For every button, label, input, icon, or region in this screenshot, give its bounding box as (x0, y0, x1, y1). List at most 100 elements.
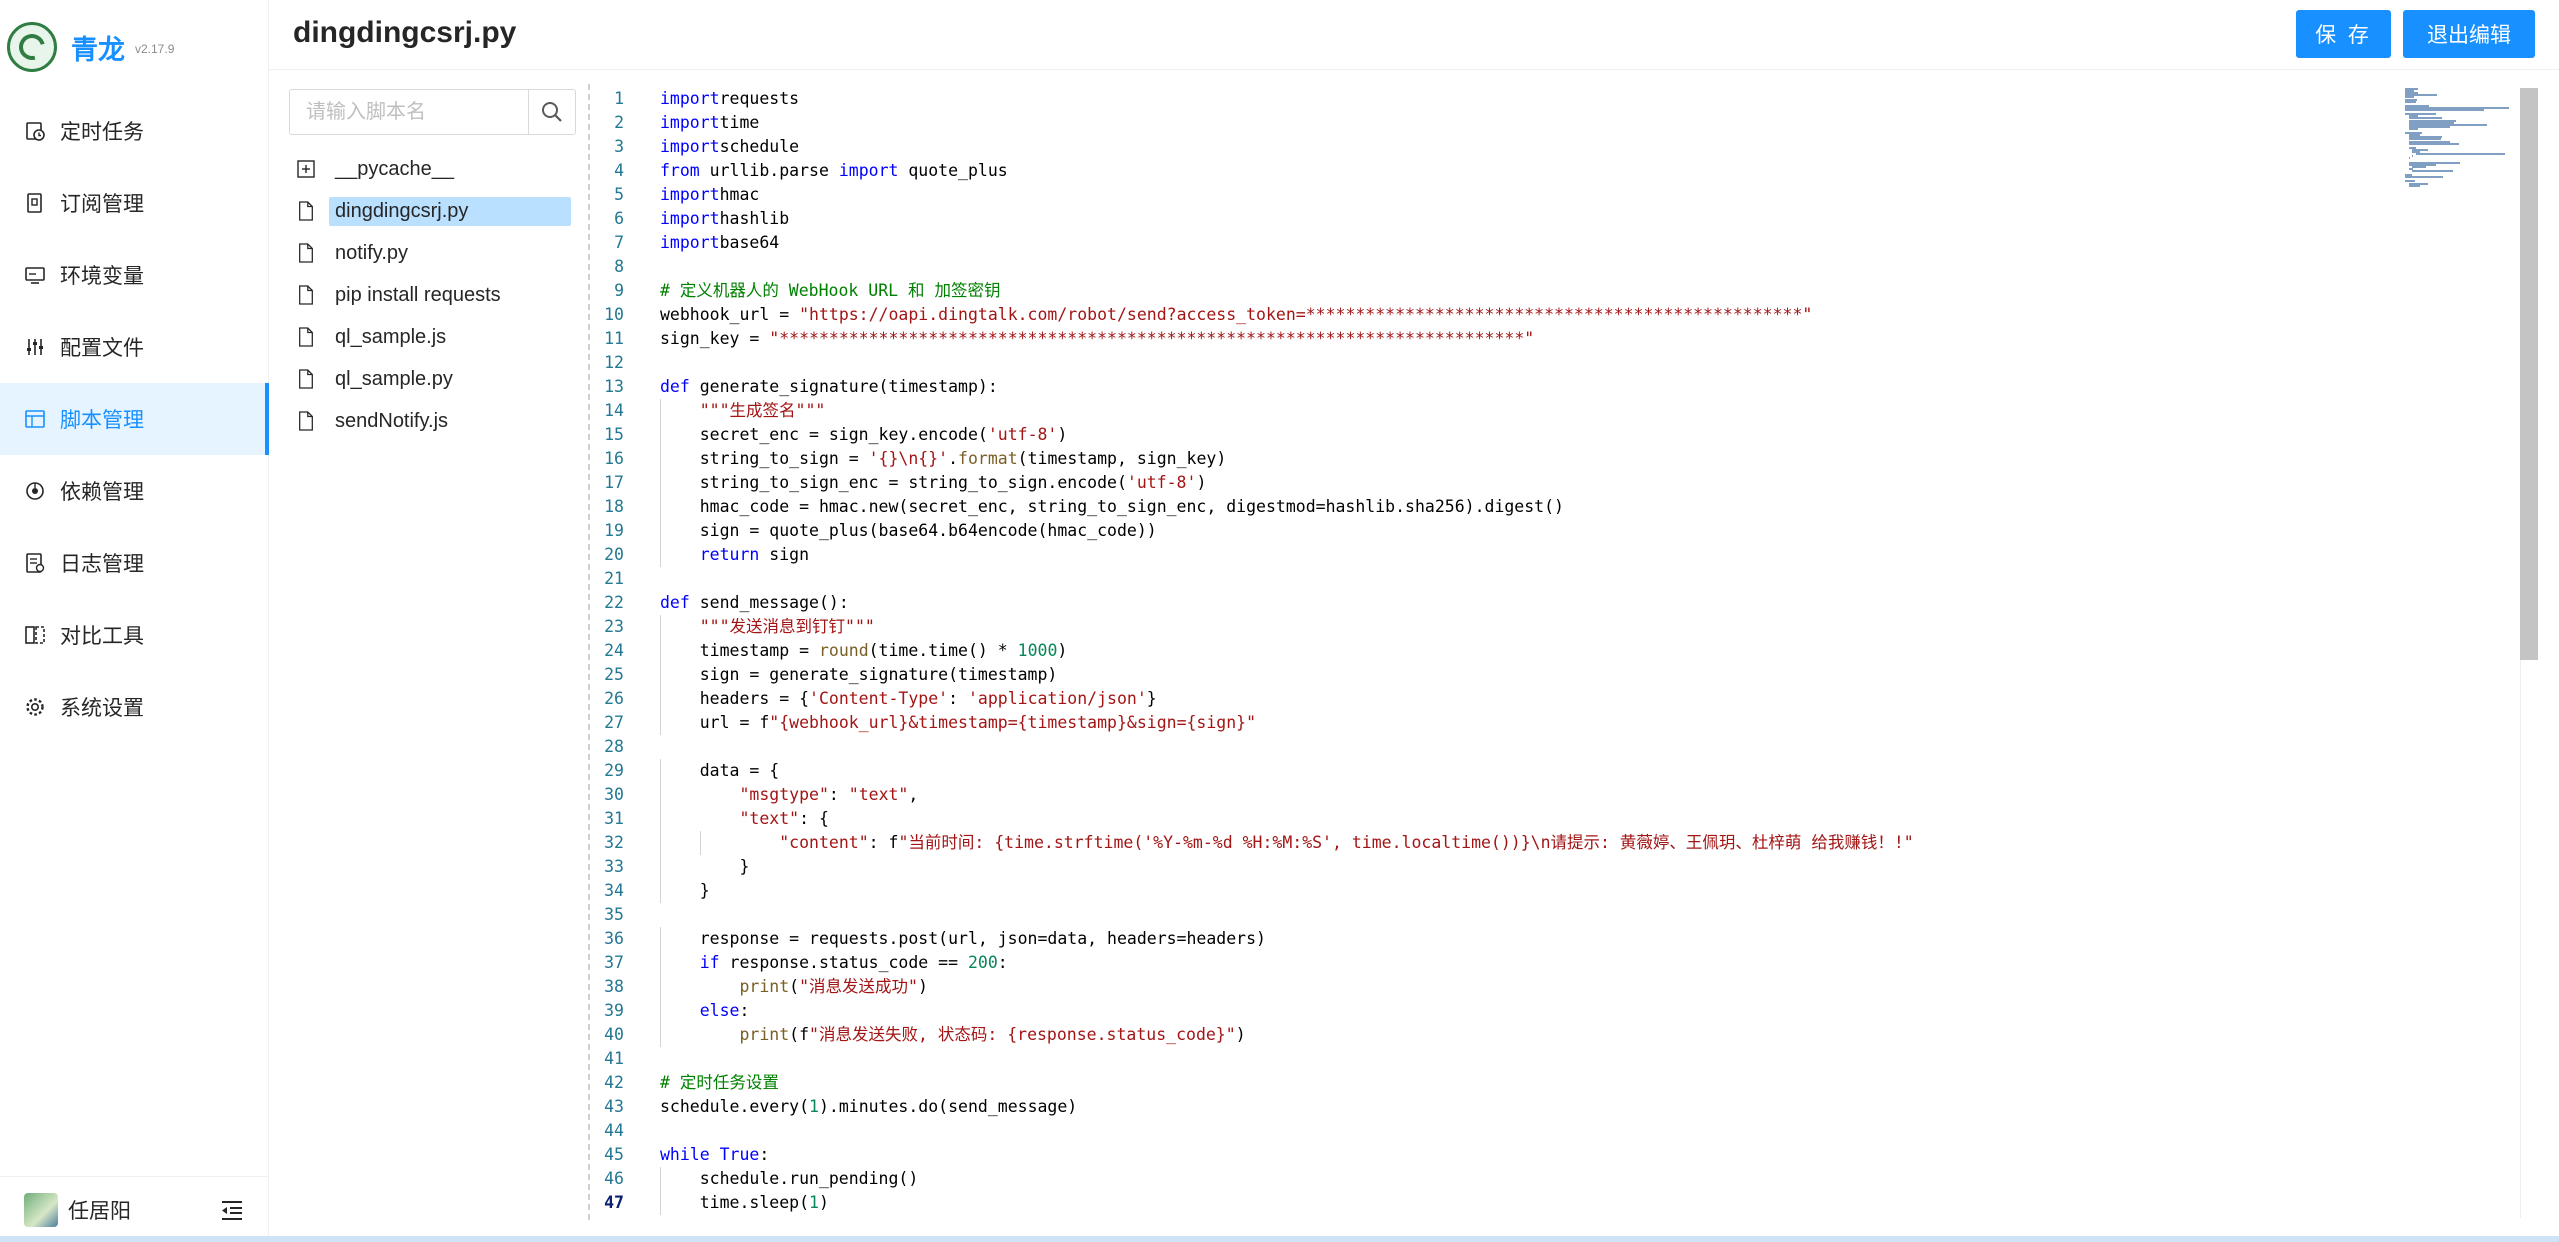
code-line[interactable]: 46 schedule.run_pending() (590, 1167, 2525, 1191)
avatar[interactable] (24, 1192, 58, 1227)
sidebar-item-4[interactable]: 配置文件 (0, 311, 269, 383)
code-line[interactable]: 11 sign_key = "**************************… (590, 327, 2525, 351)
user-bar: 任居阳 (0, 1176, 269, 1242)
code-line[interactable]: 4 from urllib.parse import quote_plus (590, 159, 2525, 183)
code-line[interactable]: 29 data = { (590, 759, 2525, 783)
code-line[interactable]: 45 while True: (590, 1143, 2525, 1167)
code-line[interactable]: 7 importbase64 (590, 231, 2525, 255)
editor-scrollbar[interactable] (2520, 88, 2538, 660)
code-line[interactable]: 42 # 定时任务设置 (590, 1071, 2525, 1095)
code-line[interactable]: 23 """发送消息到钉钉""" (590, 615, 2525, 639)
editor-minimap[interactable] (2405, 88, 2520, 188)
sidebar-item-8[interactable]: 对比工具 (0, 599, 269, 671)
code-line[interactable]: 28 (590, 735, 2525, 759)
code-editor[interactable]: 1 importrequests 2 importtime 3 importschedul… (588, 84, 2525, 1220)
tree-file[interactable]: notify.py (289, 232, 579, 274)
code-line[interactable]: 31 "text": { (590, 807, 2525, 831)
code-text: secret_enc = sign_key.encode('utf-8') (660, 425, 1068, 444)
code-line[interactable]: 18 hmac_code = hmac.new(secret_enc, stri… (590, 495, 2525, 519)
sidebar-item-6[interactable]: 依赖管理 (0, 455, 269, 527)
code-line[interactable]: 12 (590, 351, 2525, 375)
dependency-icon (24, 480, 46, 502)
code-line[interactable]: 3 importschedule (590, 135, 2525, 159)
line-number: 31 (604, 809, 624, 828)
search-input[interactable] (290, 90, 528, 134)
code-line[interactable]: 25 sign = generate_signature(timestamp) (590, 663, 2525, 687)
code-line[interactable]: 22 def send_message(): (590, 591, 2525, 615)
sidebar-item-9[interactable]: 系统设置 (0, 671, 269, 743)
code-text: return sign (699, 545, 810, 564)
code-line[interactable]: 5 importhmac (590, 183, 2525, 207)
line-number: 28 (604, 737, 624, 756)
file-icon (295, 410, 317, 432)
sidebar-item-7[interactable]: 日志管理 (0, 527, 269, 599)
line-number: 37 (604, 953, 624, 972)
save-button[interactable]: 保 存 (2296, 10, 2391, 58)
code-line[interactable]: 19 sign = quote_plus(base64.b64encode(hm… (590, 519, 2525, 543)
code-line[interactable]: 20 return sign (590, 543, 2525, 567)
sidebar-item-3[interactable]: 环境变量 (0, 239, 269, 311)
code-line[interactable]: 35 (590, 903, 2525, 927)
code-line[interactable]: 32 "content": f"当前时间: {time.strftime('%Y… (590, 831, 2525, 855)
search-button[interactable] (528, 90, 575, 134)
indent-guide (660, 879, 661, 903)
code-line[interactable]: 30 "msgtype": "text", (590, 783, 2525, 807)
tree-file[interactable]: sendNotify.js (289, 400, 579, 442)
code-line[interactable]: 10 webhook_url = "https://oapi.dingtalk.c… (590, 303, 2525, 327)
qinglong-logo-icon (7, 22, 57, 72)
indent-guide (660, 615, 661, 639)
code-line[interactable]: 40 print(f"消息发送失败, 状态码: {response.status… (590, 1023, 2525, 1047)
code-line[interactable]: 14 """生成签名""" (590, 399, 2525, 423)
code-line[interactable]: 1 importrequests (590, 87, 2525, 111)
code-line[interactable]: 36 response = requests.post(url, json=da… (590, 927, 2525, 951)
code-line[interactable]: 15 secret_enc = sign_key.encode('utf-8') (590, 423, 2525, 447)
expand-plus-icon (295, 158, 317, 180)
code-line[interactable]: 47 time.sleep(1) (590, 1191, 2525, 1215)
code-line[interactable]: 41 (590, 1047, 2525, 1071)
code-line[interactable]: 26 headers = {'Content-Type': 'applicati… (590, 687, 2525, 711)
code-line[interactable]: 6 importhashlib (590, 207, 2525, 231)
file-icon (295, 242, 317, 264)
tree-file[interactable]: pip install requests (289, 274, 579, 316)
code-line[interactable]: 16 string_to_sign = '{}\n{}'.format(time… (590, 447, 2525, 471)
sidebar-menu: 定时任务订阅管理 环境变量 配置文件 脚本管理 依赖管理 日志管理 对比工具 系统设置 (0, 95, 269, 743)
code-line[interactable]: 38 print("消息发送成功") (590, 975, 2525, 999)
tree-file[interactable]: ql_sample.py (289, 358, 579, 400)
sidebar-item-5[interactable]: 脚本管理 (0, 383, 269, 455)
code-line[interactable]: 34 } (590, 879, 2525, 903)
indent-guide (660, 783, 661, 807)
monitor-icon (24, 264, 46, 286)
line-number: 4 (614, 161, 624, 180)
header: dingdingcsrj.py 保 存 退出编辑 (269, 0, 2559, 70)
code-line[interactable]: 33 } (590, 855, 2525, 879)
code-line[interactable]: 13 def generate_signature(timestamp): (590, 375, 2525, 399)
code-line[interactable]: 8 (590, 255, 2525, 279)
code-line[interactable]: 27 url = f"{webhook_url}&timestamp={time… (590, 711, 2525, 735)
tree-file[interactable]: ql_sample.js (289, 316, 579, 358)
code-line[interactable]: 9 # 定义机器人的 WebHook URL 和 加签密钥 (590, 279, 2525, 303)
code-line[interactable]: 2 importtime (590, 111, 2525, 135)
code-line[interactable]: 21 (590, 567, 2525, 591)
code-line[interactable]: 37 if response.status_code == 200: (590, 951, 2525, 975)
code-text: webhook_url = "https://oapi.dingtalk.com… (660, 305, 1813, 324)
sidebar-item-2[interactable]: 订阅管理 (0, 167, 269, 239)
app-version: v2.17.9 (135, 42, 175, 56)
tree-folder[interactable]: __pycache__ (289, 148, 579, 190)
exit-edit-button[interactable]: 退出编辑 (2403, 10, 2535, 58)
code-line[interactable]: 24 timestamp = round(time.time() * 1000) (590, 639, 2525, 663)
line-number: 16 (604, 449, 624, 468)
line-number: 35 (604, 905, 624, 924)
tree-item-label: dingdingcsrj.py (329, 196, 571, 226)
code-line[interactable]: 39 else: (590, 999, 2525, 1023)
tree-file[interactable]: dingdingcsrj.py (289, 190, 579, 232)
sidebar-item-label: 定时任务 (60, 121, 144, 144)
code-line[interactable]: 44 (590, 1119, 2525, 1143)
menu-collapse-icon[interactable] (219, 1197, 245, 1223)
user-name[interactable]: 任居阳 (68, 1195, 131, 1225)
indent-guide (660, 471, 661, 495)
sidebar-item-1[interactable]: 定时任务 (0, 95, 269, 167)
code-line[interactable]: 17 string_to_sign_enc = string_to_sign.e… (590, 471, 2525, 495)
file-panel: __pycache__ dingdingcsrj.py notify.py pip i… (269, 70, 585, 1242)
script-icon (24, 408, 46, 430)
code-line[interactable]: 43 schedule.every(1).minutes.do(send_mess… (590, 1095, 2525, 1119)
